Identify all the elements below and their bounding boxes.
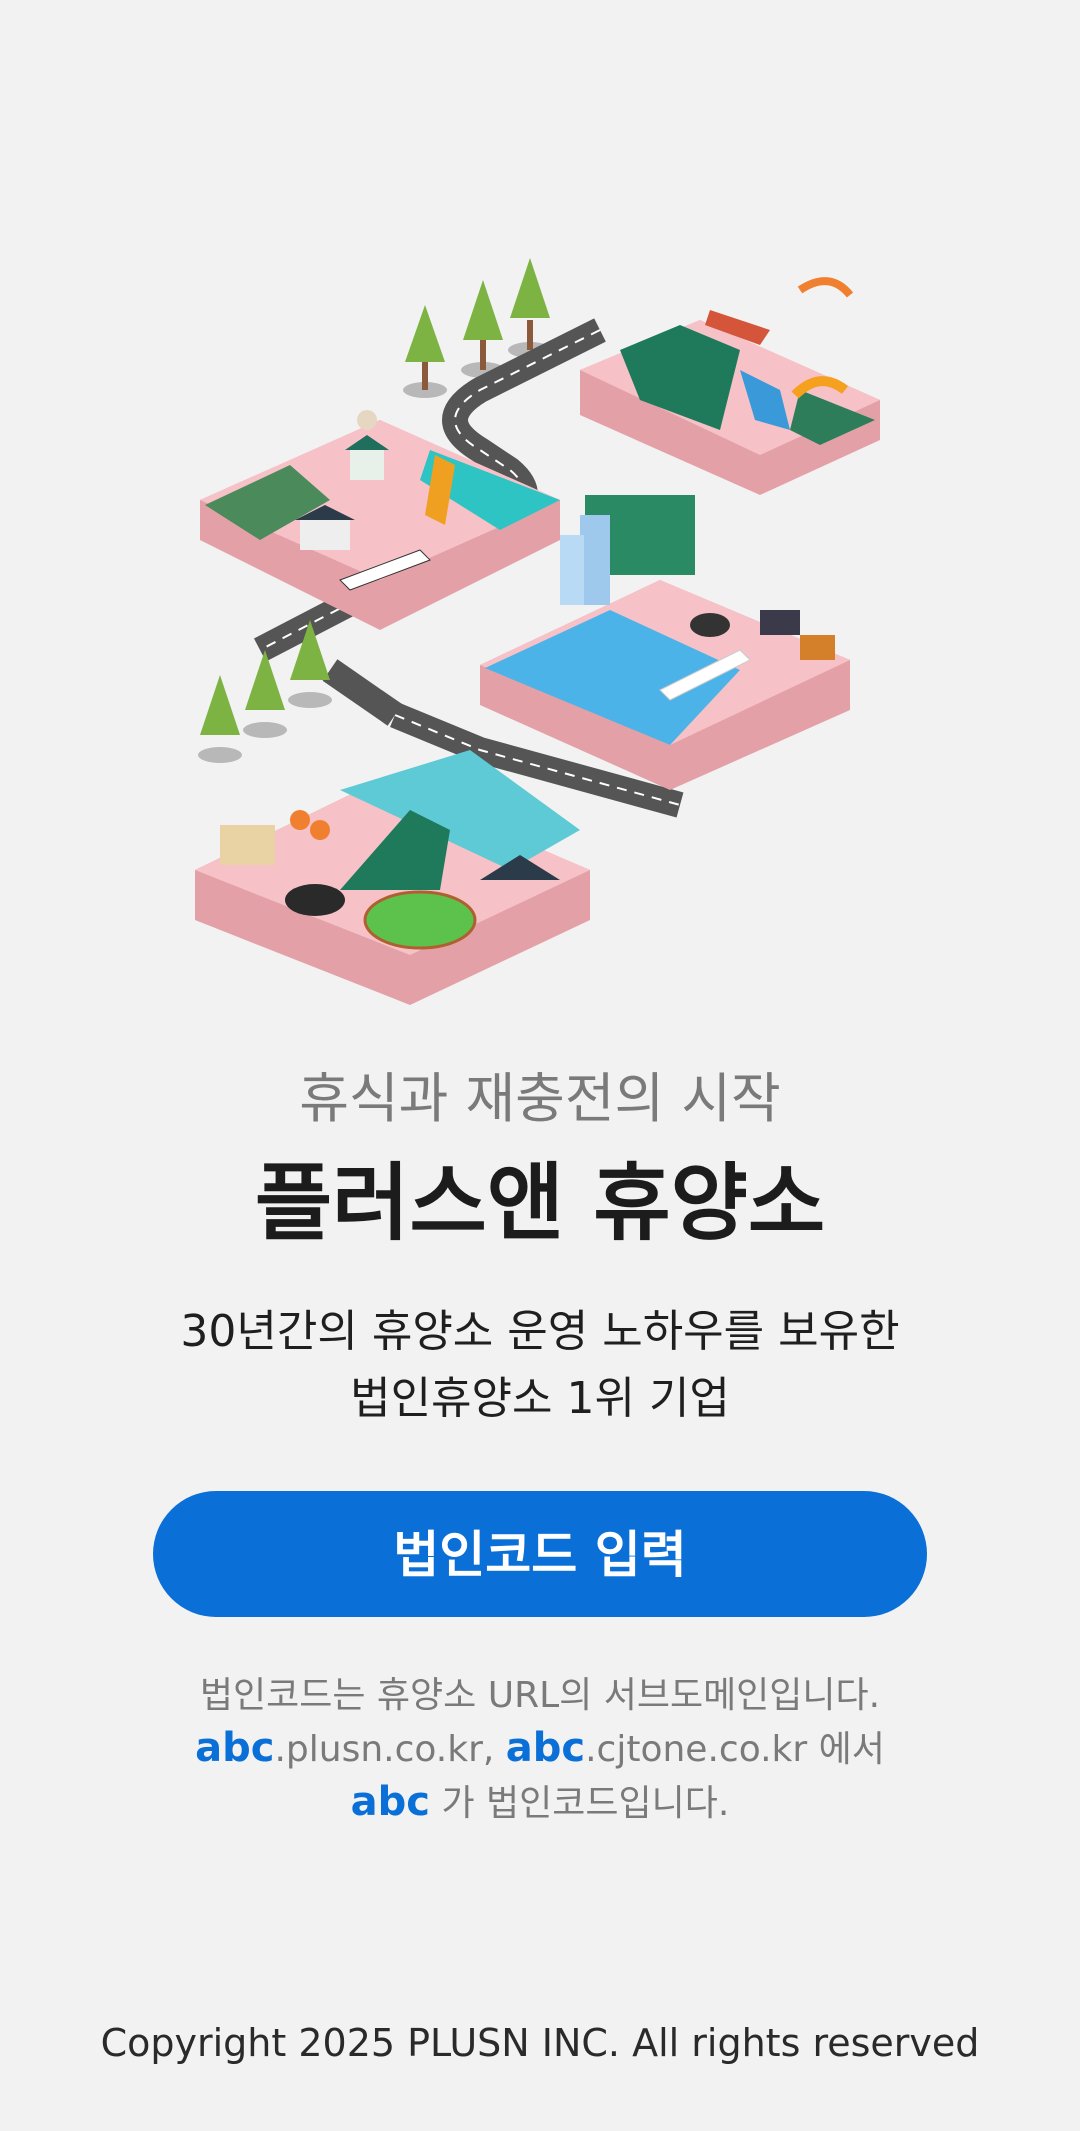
resort-tile-coffee xyxy=(200,410,560,630)
example-code: abc xyxy=(505,1725,586,1771)
copyright-footer: Copyright 2025 PLUSN INC. All rights res… xyxy=(100,2021,980,2065)
page-title: 플러스앤 휴양소 xyxy=(254,1154,826,1252)
hint-line-2: abc.plusn.co.kr, abc.cjtone.co.kr 에서 xyxy=(0,1722,1080,1776)
page-subtitle: 휴식과 재충전의 시작 xyxy=(299,1067,781,1130)
example-code: abc xyxy=(195,1725,275,1771)
hint-suffix: 가 법인코드입니다. xyxy=(430,1783,730,1824)
page: 휴식과 재충전의 시작 플러스앤 휴양소 30년간의 휴양소 운영 노하우를 보… xyxy=(0,0,1080,2131)
enter-corporate-code-button[interactable]: 법인코드 입력 xyxy=(153,1491,927,1617)
description-line-1: 30년간의 휴양소 운영 노하우를 보유한 xyxy=(180,1306,900,1357)
example-code: abc xyxy=(350,1779,431,1825)
resort-tile-mountain xyxy=(580,277,880,495)
description: 30년간의 휴양소 운영 노하우를 보유한 법인휴양소 1위 기업 xyxy=(0,1298,1080,1432)
resort-tile-island xyxy=(195,750,590,1005)
example-domain: .cjtone.co.kr 에서 xyxy=(585,1729,885,1770)
isometric-resort-map-illustration xyxy=(180,250,900,1020)
hint-line-3: abc 가 법인코드입니다. xyxy=(0,1776,1080,1830)
corporate-code-hint: 법인코드는 휴양소 URL의 서브도메인입니다. abc.plusn.co.kr… xyxy=(0,1670,1080,1830)
hint-line-1: 법인코드는 휴양소 URL의 서브도메인입니다. xyxy=(199,1675,881,1716)
description-line-2: 법인휴양소 1위 기업 xyxy=(350,1373,730,1424)
example-domain: .plusn.co.kr, xyxy=(274,1729,506,1770)
